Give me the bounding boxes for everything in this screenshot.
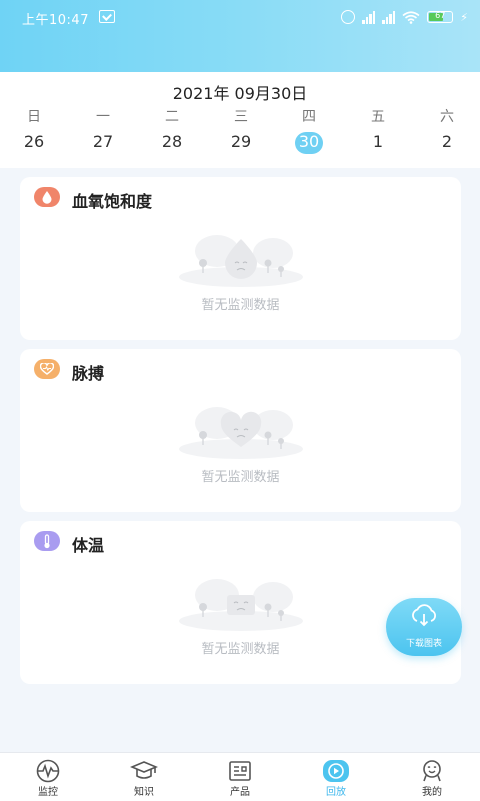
empty-state-illustration [179, 407, 303, 459]
thermometer-icon [34, 531, 60, 551]
empty-state-illustration [179, 235, 303, 287]
weekday-label: 一 [96, 109, 110, 125]
tab-playback[interactable]: 回放 [288, 753, 384, 801]
charging-icon: ⚡ [460, 10, 468, 24]
blood-drop-icon [34, 187, 60, 207]
calendar-date-title[interactable]: 2021年 09月30日 [0, 80, 480, 104]
signal-icon [382, 10, 396, 24]
tab-label: 产品 [230, 787, 250, 798]
signal-icon [362, 10, 376, 24]
calendar-day[interactable]: 28 [152, 132, 192, 151]
cloud-download-icon [412, 604, 437, 627]
calendar-day[interactable]: 29 [221, 132, 261, 151]
empty-state-illustration [179, 579, 303, 631]
notification-app-icon [99, 10, 115, 23]
tab-label: 知识 [134, 787, 154, 798]
empty-state-text: 暂无监测数据 [201, 298, 280, 313]
newspaper-icon [229, 761, 251, 781]
tab-label: 我的 [422, 787, 442, 798]
download-chart-button[interactable]: 下载图表 [386, 598, 462, 656]
calendar-day[interactable]: 1 [358, 132, 398, 151]
bottom-tab-bar: 监控 知识 产品 回放 我的 [0, 752, 480, 801]
calendar-day[interactable]: 2 [427, 132, 467, 151]
weekday-label: 四 [302, 109, 316, 125]
status-bar: 上午10:47 67 ⚡ [0, 0, 480, 34]
tab-mine[interactable]: 我的 [384, 753, 480, 801]
download-chart-label: 下载图表 [405, 639, 442, 649]
battery-percent: 67 [435, 11, 446, 20]
weekday-label: 二 [165, 109, 179, 125]
play-icon [323, 760, 349, 782]
tab-monitor[interactable]: 监控 [0, 753, 96, 801]
pulse-card: 脉搏 暂无监测数据 [20, 349, 461, 512]
status-time: 上午10:47 [22, 13, 89, 28]
monitor-pulse-icon [36, 759, 60, 783]
wifi-icon [402, 10, 420, 24]
graduation-cap-icon [130, 761, 158, 779]
tab-knowledge[interactable]: 知识 [96, 753, 192, 801]
battery-icon: 67 [427, 11, 454, 23]
heart-icon [34, 359, 60, 379]
status-icons: 67 ⚡ [341, 8, 468, 26]
card-title: 体温 [72, 536, 105, 555]
card-title: 脉搏 [72, 364, 105, 383]
tab-label: 回放 [326, 787, 346, 798]
weekday-label: 六 [440, 109, 454, 125]
weekday-label: 日 [27, 109, 41, 125]
calendar-week: 2021年 09月30日 日 一 二 三 四 五 六 26 27 28 29 30 1 2 [0, 72, 480, 168]
calendar-day[interactable]: 26 [14, 132, 54, 151]
card-title: 血氧饱和度 [72, 192, 153, 211]
calendar-day-selected[interactable]: 30 [289, 132, 329, 151]
temperature-card: 体温 暂无监测数据 [20, 521, 461, 684]
alarm-icon [341, 10, 356, 24]
empty-state-text: 暂无监测数据 [201, 470, 280, 485]
weekday-label: 三 [234, 109, 248, 125]
spo2-card: 血氧饱和度 暂无监测数据 [20, 177, 461, 340]
tab-label: 监控 [38, 787, 58, 798]
tab-products[interactable]: 产品 [192, 753, 288, 801]
weekday-label: 五 [371, 109, 385, 125]
profile-icon [423, 760, 441, 782]
calendar-day[interactable]: 27 [83, 132, 123, 151]
